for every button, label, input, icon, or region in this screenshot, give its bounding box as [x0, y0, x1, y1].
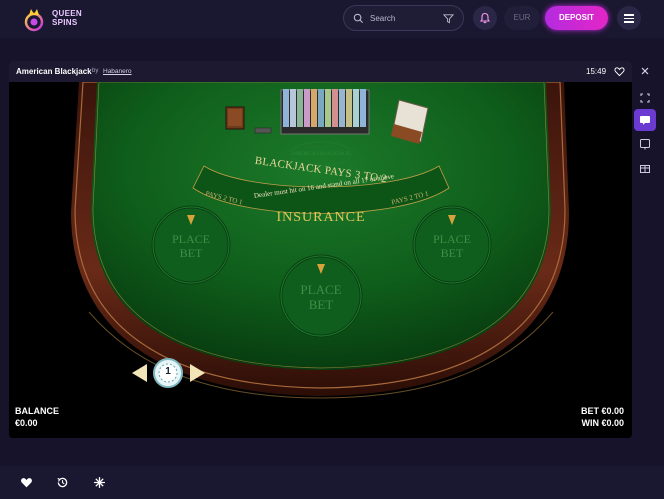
top-bar: QUEEN SPINS EUR DEPOSIT	[0, 0, 664, 38]
bet-value: €0.00	[601, 406, 624, 416]
place-bet-center-line1: PLACE	[300, 282, 342, 297]
bottom-bar	[0, 466, 664, 499]
clock: 15:49	[586, 67, 607, 76]
currency-selector[interactable]: EUR	[504, 6, 540, 30]
logo-text: QUEEN SPINS	[52, 9, 82, 27]
close-icon[interactable]	[640, 66, 650, 76]
chip-next-button[interactable]	[190, 363, 208, 383]
chip-prev-button[interactable]	[130, 363, 148, 383]
logo[interactable]: QUEEN SPINS	[22, 6, 84, 32]
heart-outline-icon[interactable]	[614, 66, 625, 77]
deposit-button[interactable]: DEPOSIT	[545, 6, 608, 30]
logo-line2: SPINS	[52, 18, 78, 27]
balance-display: BALANCE €0.00	[15, 405, 59, 429]
table-felt	[71, 82, 569, 399]
provider-link[interactable]: Habanero	[103, 68, 132, 75]
place-bet-center-line2: BET	[308, 297, 334, 312]
bet-label: BET	[580, 406, 599, 416]
search-icon	[353, 13, 364, 24]
menu-button[interactable]	[617, 6, 641, 30]
table-logo: AMERICAN BLACKJACK	[292, 152, 350, 157]
place-bet-left-line1: PLACE	[171, 232, 210, 246]
menu-icon-bar	[624, 21, 634, 23]
place-bet-right-line1: PLACE	[432, 232, 471, 246]
menu-icon-bar	[624, 14, 634, 16]
chat-button[interactable]	[634, 109, 656, 131]
game-window: American Blackjack by Habanero 15:49 AME…	[9, 61, 632, 438]
selected-chip[interactable]: 1	[154, 366, 182, 377]
place-bet-right[interactable]: PLACE BET	[416, 232, 488, 260]
win-label: WIN	[581, 418, 599, 428]
menu-icon-bar	[624, 17, 634, 19]
heart-icon[interactable]	[20, 476, 33, 489]
gift-icon	[640, 165, 650, 173]
bell-icon	[479, 12, 491, 24]
game-title: American Blackjack	[16, 67, 92, 76]
balance-value: €0.00	[15, 418, 38, 428]
place-bet-left[interactable]: PLACE BET	[155, 232, 227, 260]
logo-line1: QUEEN	[52, 9, 82, 18]
fullscreen-icon	[640, 93, 650, 103]
queen-logo-icon	[24, 9, 44, 32]
bet-row: BET €0.00	[581, 405, 624, 417]
balance-label: BALANCE	[15, 406, 59, 416]
filter-icon[interactable]	[443, 13, 454, 24]
gift-button[interactable]	[634, 157, 656, 179]
by-label: by	[92, 68, 99, 74]
history-icon[interactable]	[56, 476, 69, 489]
info-button[interactable]	[634, 133, 656, 155]
game-header: American Blackjack by Habanero 15:49	[9, 61, 632, 82]
chat-icon	[640, 116, 650, 125]
info-icon	[640, 139, 650, 150]
insurance-text: INSURANCE	[276, 210, 366, 225]
sparkle-icon[interactable]	[93, 476, 106, 489]
place-bet-left-line2: BET	[179, 246, 203, 260]
blackjack-table[interactable]: AMERICAN BLACKJACK BLACKJACK PAYS 3 TO 2…	[9, 82, 632, 438]
place-bet-center[interactable]: PLACE BET	[285, 282, 357, 312]
notifications-button[interactable]	[473, 6, 497, 30]
search-input[interactable]	[370, 11, 442, 25]
win-row: WIN €0.00	[581, 417, 624, 429]
search-box[interactable]	[343, 5, 464, 31]
bet-win-display: BET €0.00 WIN €0.00	[581, 405, 624, 429]
place-bet-right-line2: BET	[440, 246, 464, 260]
win-value: €0.00	[601, 418, 624, 428]
fullscreen-button[interactable]	[634, 87, 656, 109]
